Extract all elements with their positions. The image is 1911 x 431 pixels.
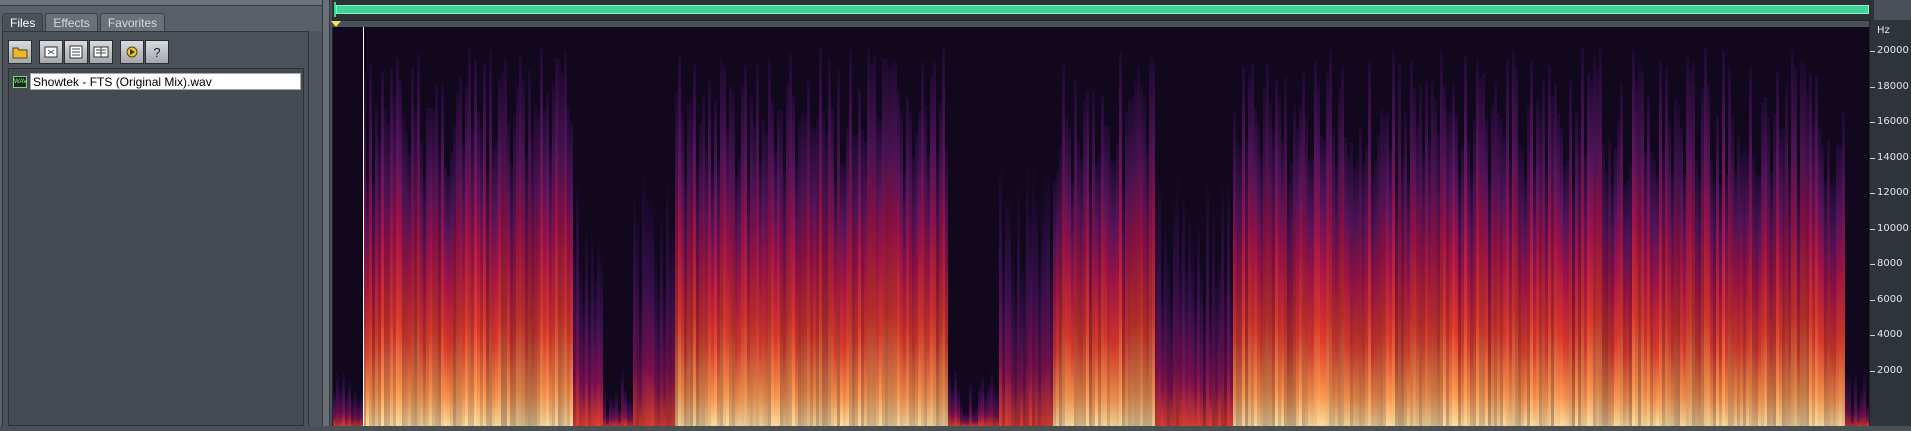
tab-effects[interactable]: Effects [45,13,98,32]
ruler-tick-label: 8000 [1877,258,1903,269]
panel-splitter[interactable] [322,0,330,426]
ruler-tick-label: 6000 [1877,293,1903,305]
overview-track[interactable] [332,0,1874,21]
file-name: Showtek - FTS (Original Mix).wav [30,73,301,90]
file-list: WAV Showtek - FTS (Original Mix).wav [8,68,304,426]
panel-title-strip [0,0,322,6]
overview-range-bar[interactable] [336,5,1869,14]
ruler-tick-label: 2000 [1877,364,1903,376]
close-all-icon[interactable] [64,40,88,64]
ruler-tick-label: 18000 [1877,80,1909,92]
ruler-tick [1870,299,1875,301]
tab-favorites[interactable]: Favorites [99,13,166,32]
frequency-ruler: Hz 20000 18000 16000 14000 12000 10000 8000 600… [1869,20,1911,426]
ruler-tick [1870,122,1875,123]
ruler-tick [1870,193,1875,194]
ruler-tick [1870,264,1875,265]
auto-play-icon[interactable] [120,40,144,64]
files-toolbar: ? [8,40,170,66]
ruler-tick [1870,370,1875,372]
open-folder-icon[interactable] [8,40,32,64]
overview-caret [334,2,336,17]
ruler-tick-label: 10000 [1877,222,1909,234]
ruler-tick-label: 20000 [1877,45,1909,56]
insert-multitrack-icon[interactable] [89,40,113,64]
ruler-tick-label: 12000 [1877,187,1909,198]
spectral-display[interactable] [332,27,1872,426]
ruler-tick [1870,86,1875,88]
wave-file-icon: WAV [13,75,27,88]
organizer-panel: Files Effects Favorites ? WAV Showtek - … [0,0,323,427]
organizer-tabs: Files Effects Favorites [2,13,167,33]
organizer-scrollbar[interactable] [308,31,323,426]
close-file-icon[interactable] [39,40,63,64]
tab-files[interactable]: Files [2,13,44,33]
ruler-tick [1870,157,1875,159]
wave-editor: Hz 20000 18000 16000 14000 12000 10000 8000 600… [330,0,1911,426]
ruler-tick-label: 14000 [1877,151,1909,163]
ruler-unit: Hz [1877,25,1890,36]
spectrogram-image [333,47,1872,426]
ruler-tick-label: 4000 [1877,329,1903,340]
list-item[interactable]: WAV Showtek - FTS (Original Mix).wav [13,73,301,90]
ruler-tick-label: 16000 [1877,116,1909,127]
ruler-tick [1870,228,1875,230]
ruler-tick [1870,51,1875,52]
ruler-tick [1870,335,1875,336]
playhead-cursor[interactable] [363,27,364,426]
help-icon[interactable]: ? [145,40,169,64]
